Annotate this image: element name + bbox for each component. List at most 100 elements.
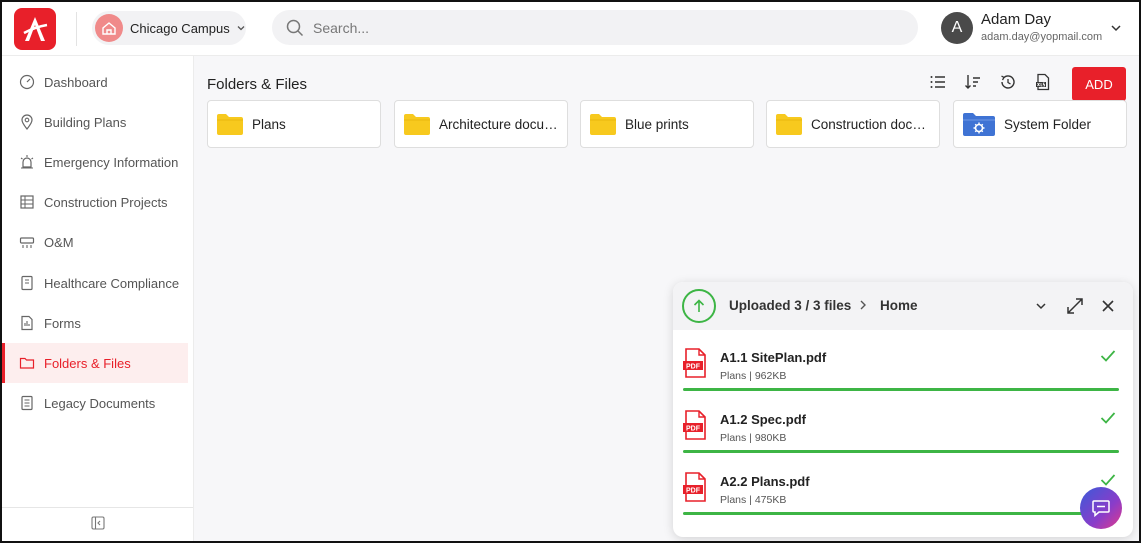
folder-name: Architecture documents bbox=[439, 116, 561, 132]
sidebar-item-label: Dashboard bbox=[44, 74, 108, 90]
list-view-icon[interactable] bbox=[928, 72, 948, 92]
sidebar-item-label: Healthcare Compliance bbox=[44, 275, 180, 291]
search-input[interactable] bbox=[313, 19, 873, 36]
upload-file-row: PDF A1.2 Spec.pdf Plans | 980KB bbox=[673, 402, 1133, 464]
chevron-right-icon bbox=[857, 298, 869, 312]
upload-panel: Uploaded 3 / 3 files Home PDF A1.1 SiteP… bbox=[673, 282, 1133, 537]
sidebar-item-construction-projects[interactable]: Construction Projects bbox=[2, 182, 188, 222]
pdf-file-icon: PDF bbox=[683, 472, 706, 502]
sidebar-item-building-plans[interactable]: Building Plans bbox=[2, 102, 188, 142]
collapse-chevron-icon[interactable] bbox=[1031, 296, 1051, 316]
check-icon bbox=[1100, 474, 1116, 486]
sidebar-item-emergency-information[interactable]: Emergency Information bbox=[2, 142, 188, 182]
pdf-file-icon: PDF bbox=[683, 348, 706, 378]
close-icon[interactable] bbox=[1098, 296, 1118, 316]
sidebar-item-forms[interactable]: Forms bbox=[2, 303, 188, 343]
hvac-icon bbox=[18, 233, 36, 251]
check-icon bbox=[1100, 350, 1116, 362]
upload-file-row: PDF A2.2 Plans.pdf Plans | 475KB bbox=[673, 464, 1133, 526]
brand-a-icon bbox=[23, 17, 48, 41]
sidebar-item-label: Emergency Information bbox=[44, 154, 179, 170]
collapse-sidebar-icon[interactable] bbox=[90, 516, 105, 535]
file-name: A1.1 SitePlan.pdf bbox=[720, 350, 827, 365]
check-icon bbox=[1100, 412, 1116, 424]
upload-progress-fill bbox=[683, 450, 1119, 453]
user-avatar[interactable]: A bbox=[941, 12, 973, 44]
export-xls-icon[interactable] bbox=[1033, 72, 1053, 92]
folder-name: System Folder bbox=[1004, 116, 1092, 132]
upload-status: Uploaded 3 / 3 files bbox=[729, 298, 852, 313]
user-menu-chevron-icon[interactable] bbox=[1110, 22, 1122, 34]
upload-progress-fill bbox=[683, 512, 1119, 515]
upload-complete-icon bbox=[682, 289, 716, 323]
top-header: Chicago Campus A Adam Day adam.day@yopma… bbox=[2, 2, 1139, 56]
brand-logo[interactable] bbox=[14, 8, 56, 50]
user-email: adam.day@yopmail.com bbox=[981, 31, 1103, 43]
sidebar-item-label: Legacy Documents bbox=[44, 395, 156, 411]
upload-location[interactable]: Home bbox=[880, 298, 918, 313]
header-divider bbox=[76, 12, 77, 46]
search-icon bbox=[286, 19, 304, 36]
folder-card[interactable]: Blue prints bbox=[580, 100, 754, 148]
add-button[interactable]: ADD bbox=[1072, 67, 1126, 101]
folder-icon bbox=[18, 354, 36, 372]
upload-panel-header: Uploaded 3 / 3 files Home bbox=[673, 282, 1133, 330]
app-window: Chicago Campus A Adam Day adam.day@yopma… bbox=[0, 0, 1141, 543]
folder-icon bbox=[404, 114, 430, 135]
system-folder-icon bbox=[963, 113, 995, 136]
folder-name: Blue prints bbox=[625, 116, 689, 132]
chat-support-button[interactable] bbox=[1080, 487, 1122, 529]
sidebar-item-label: O&M bbox=[44, 234, 74, 250]
folder-card[interactable]: Architecture documents bbox=[394, 100, 568, 148]
folder-card[interactable]: System Folder bbox=[953, 100, 1127, 148]
svg-text:PDF: PDF bbox=[686, 364, 701, 371]
campus-building-icon bbox=[95, 14, 123, 42]
location-pin-icon bbox=[18, 113, 36, 131]
sort-icon[interactable] bbox=[963, 72, 983, 92]
chevron-down-icon bbox=[236, 23, 246, 33]
campus-label: Chicago Campus bbox=[130, 20, 230, 36]
chat-bubble-icon bbox=[1092, 500, 1110, 518]
upload-file-row: PDF A1.1 SitePlan.pdf Plans | 962KB bbox=[673, 340, 1133, 402]
view-toolbar bbox=[928, 72, 1068, 92]
search-bar bbox=[272, 10, 918, 45]
folder-icon bbox=[590, 114, 616, 135]
sidebar-item-om[interactable]: O&M bbox=[2, 222, 188, 262]
sidebar: Dashboard Building Plans Emergency Infor… bbox=[2, 56, 194, 541]
file-meta: Plans | 962KB bbox=[720, 370, 787, 382]
file-name: A1.2 Spec.pdf bbox=[720, 412, 806, 427]
upload-progress-bar bbox=[683, 512, 1119, 515]
upload-progress-bar bbox=[683, 450, 1119, 453]
folder-icon bbox=[217, 114, 243, 135]
svg-text:PDF: PDF bbox=[686, 488, 701, 495]
history-icon[interactable] bbox=[998, 72, 1018, 92]
upload-progress-bar bbox=[683, 388, 1119, 391]
folder-name: Plans bbox=[252, 116, 286, 132]
sidebar-item-label: Construction Projects bbox=[44, 194, 168, 210]
expand-icon[interactable] bbox=[1065, 296, 1085, 316]
folder-card[interactable]: Construction documents bbox=[766, 100, 940, 148]
folder-name: Construction documents bbox=[811, 116, 933, 132]
sidebar-item-dashboard[interactable]: Dashboard bbox=[2, 62, 188, 102]
pdf-file-icon: PDF bbox=[683, 410, 706, 440]
file-meta: Plans | 475KB bbox=[720, 494, 787, 506]
user-name: Adam Day bbox=[981, 11, 1052, 28]
sidebar-item-label: Folders & Files bbox=[44, 355, 131, 371]
folder-card[interactable]: Plans bbox=[207, 100, 381, 148]
upload-progress-fill bbox=[683, 388, 1119, 391]
dashboard-gauge-icon bbox=[18, 73, 36, 91]
form-icon bbox=[18, 314, 36, 332]
sidebar-item-label: Building Plans bbox=[44, 114, 127, 130]
page-title: Folders & Files bbox=[207, 76, 308, 93]
sidebar-footer bbox=[2, 507, 193, 541]
sidebar-item-label: Forms bbox=[44, 315, 81, 331]
sidebar-item-healthcare-compliance[interactable]: Healthcare Compliance bbox=[2, 263, 188, 303]
construction-icon bbox=[18, 193, 36, 211]
sidebar-item-folders-files[interactable]: Folders & Files bbox=[2, 343, 188, 383]
campus-selector[interactable]: Chicago Campus bbox=[92, 11, 246, 45]
notebook-icon bbox=[18, 274, 36, 292]
alarm-icon bbox=[18, 153, 36, 171]
file-meta: Plans | 980KB bbox=[720, 432, 787, 444]
svg-text:PDF: PDF bbox=[686, 426, 701, 433]
sidebar-item-legacy-documents[interactable]: Legacy Documents bbox=[2, 383, 188, 423]
